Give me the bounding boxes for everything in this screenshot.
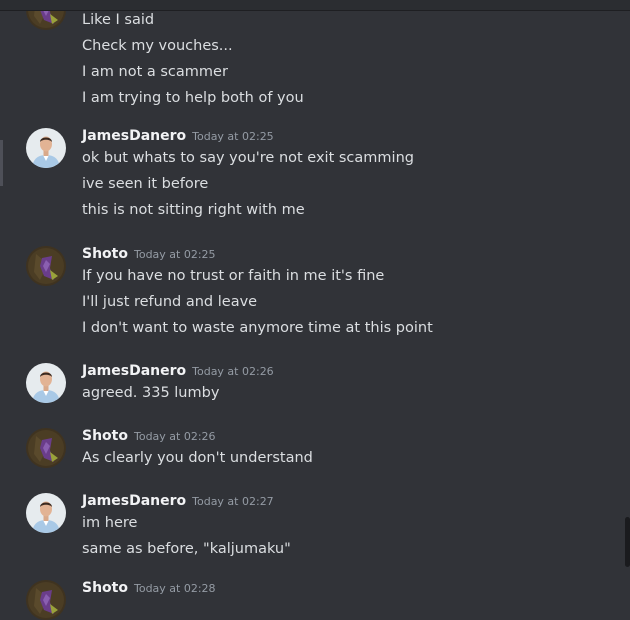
top-bar: [0, 0, 630, 11]
message-group: Shoto Today at 02:25 If you have no trust …: [0, 240, 630, 336]
message-text: As clearly you don't understand: [82, 450, 313, 466]
message-text: ok but whats to say you're not exit scam…: [82, 150, 414, 166]
message-group: Shoto Today at 02:28: [0, 574, 630, 620]
jamesdanero-avatar[interactable]: [26, 493, 66, 533]
message-text: this is not sitting right with me: [82, 202, 305, 218]
message-group: JamesDanero Today at 02:26 agreed. 335 lum…: [0, 357, 630, 403]
message-header: Shoto Today at 02:28: [82, 577, 216, 597]
message-text: Check my vouches...: [82, 38, 233, 54]
message-text: I am not a scammer: [82, 64, 228, 80]
message-header: Shoto Today at 02:25: [82, 243, 216, 263]
shoto-avatar[interactable]: [26, 246, 66, 286]
username[interactable]: JamesDanero: [82, 363, 186, 379]
message-text: I am trying to help both of you: [82, 90, 304, 106]
message-group: JamesDanero Today at 02:25 ok but whats to…: [0, 122, 630, 218]
username[interactable]: Shoto: [82, 580, 128, 596]
timestamp: Today at 02:26: [133, 430, 216, 443]
message-text: agreed. 335 lumby: [82, 385, 220, 401]
shoto-avatar[interactable]: [26, 428, 66, 468]
unread-indicator: [0, 140, 3, 186]
username[interactable]: Shoto: [82, 428, 128, 444]
message-text: same as before, "kaljumaku": [82, 541, 291, 557]
timestamp: Today at 02:26: [192, 365, 274, 378]
jamesdanero-avatar[interactable]: [26, 363, 66, 403]
message-header: Shoto Today at 02:26: [82, 425, 216, 445]
username[interactable]: JamesDanero: [82, 128, 186, 144]
message-header: JamesDanero Today at 02:26: [82, 360, 274, 380]
scrollbar-thumb[interactable]: [625, 517, 630, 567]
message-text: I'll just refund and leave: [82, 294, 258, 310]
message-text: im here: [82, 515, 138, 531]
message-text: Like I said: [82, 12, 155, 28]
message-group: Shoto Today at 02:26 As clearly you don't …: [0, 422, 630, 468]
message-text: ive seen it before: [82, 176, 209, 192]
timestamp: Today at 02:25: [133, 248, 216, 261]
message-header: JamesDanero Today at 02:25: [82, 125, 274, 145]
timestamp: Today at 02:28: [133, 582, 216, 595]
username[interactable]: Shoto: [82, 246, 128, 262]
message-header: JamesDanero Today at 02:27: [82, 490, 274, 510]
message-group: JamesDanero Today at 02:27 im here same as …: [0, 487, 630, 557]
timestamp: Today at 02:25: [192, 130, 274, 143]
timestamp: Today at 02:27: [192, 495, 274, 508]
chat-message-list: Like I said Check my vouches... I am not a…: [0, 0, 630, 620]
username[interactable]: JamesDanero: [82, 493, 186, 509]
shoto-avatar[interactable]: [26, 580, 66, 620]
message-text: If you have no trust or faith in me it's…: [82, 268, 385, 284]
message-text: I don't want to waste anymore time at th…: [82, 320, 433, 336]
jamesdanero-avatar[interactable]: [26, 128, 66, 168]
